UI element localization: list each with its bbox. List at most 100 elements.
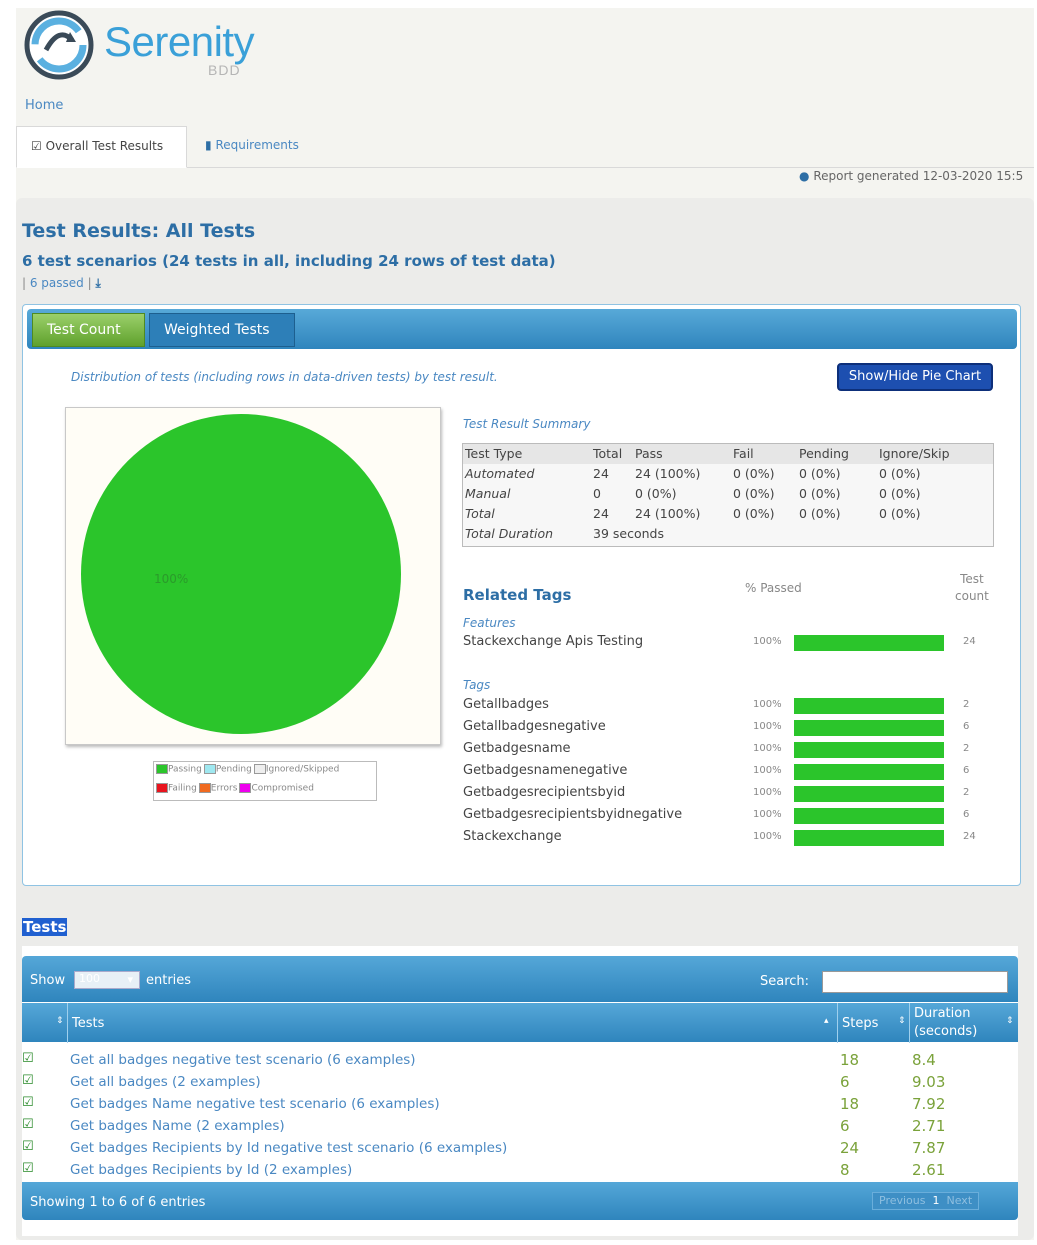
legend-item: Errors: [198, 783, 237, 794]
summary-duration-row: Total Duration 39 seconds: [463, 524, 993, 544]
tag-name[interactable]: Getbadgesnamenegative: [463, 763, 627, 778]
tag-progress-bar: [794, 786, 944, 802]
steps-column-header[interactable]: Steps ⇕: [838, 1003, 910, 1043]
test-name-link[interactable]: Get badges Name (2 examples): [70, 1118, 285, 1134]
tag-progress-bar: [794, 764, 944, 780]
legend-swatch: [156, 783, 168, 793]
legend-swatch: [156, 764, 168, 774]
tag-row[interactable]: Stackexchange 100% 24: [463, 828, 993, 848]
tab-test-count[interactable]: Test Count: [32, 313, 145, 347]
summary-cell: Pending: [799, 446, 849, 461]
tag-row[interactable]: Getallbadgesnegative 100% 6: [463, 718, 993, 738]
test-duration: 9.03: [912, 1073, 946, 1091]
tag-name[interactable]: Getbadgesrecipientsbyid: [463, 785, 625, 800]
test-count-header-line2: count: [955, 589, 989, 603]
test-name-link[interactable]: Get badges Recipients by Id negative tes…: [70, 1140, 507, 1156]
previous-button[interactable]: Previous: [879, 1194, 926, 1207]
summary-cell: 24 (100%): [635, 506, 701, 521]
summary-cell: 0 (0%): [879, 486, 921, 501]
tag-pct: 100%: [753, 765, 782, 776]
tests-column-header[interactable]: Tests ▴: [68, 1003, 838, 1043]
table-row: ☑ Get badges Recipients by Id (2 examples…: [22, 1160, 1018, 1182]
tag-row[interactable]: Getallbadges 100% 2: [463, 696, 993, 716]
summary-header-row: Test Type Total Pass Fail Pending Ignore/Skip: [463, 444, 993, 464]
breadcrumb-home-link[interactable]: Home: [25, 98, 63, 113]
tag-progress-bar: [794, 720, 944, 736]
summary-cell: Automated: [465, 466, 535, 481]
test-name-link[interactable]: Get badges Name negative test scenario (…: [70, 1096, 440, 1112]
test-duration: 7.92: [912, 1095, 946, 1113]
tag-row[interactable]: Getbadgesrecipientsbyidnegative 100% 6: [463, 806, 993, 826]
legend-label: Pending: [215, 764, 252, 775]
duration-column-header[interactable]: Duration (seconds) ⇕: [910, 1003, 1018, 1043]
pie-legend: Passing Pending Ignored/Skipped Failing Err…: [153, 761, 377, 801]
tag-count: 6: [963, 721, 970, 732]
report-generated-text: Report generated 12-03-2020 15:5: [813, 169, 1024, 183]
distribution-text: Distribution of tests (including rows in…: [71, 370, 498, 384]
tag-name[interactable]: Getallbadges: [463, 697, 549, 712]
tag-name[interactable]: Stackexchange: [463, 829, 562, 844]
tag-count: 6: [963, 765, 970, 776]
tag-row[interactable]: Getbadgesname 100% 2: [463, 740, 993, 760]
book-icon: ▮: [205, 138, 212, 152]
sort-icon: ⇕: [898, 1016, 906, 1026]
table-toolbar: Show 100 ▾ entries Search:: [22, 956, 1018, 1002]
test-count-header: Test count: [955, 571, 989, 605]
test-name-link[interactable]: Get all badges negative test scenario (6…: [70, 1052, 416, 1068]
page-1-button[interactable]: 1: [933, 1194, 940, 1207]
table-row: ☑ Get all badges negative test scenario (…: [22, 1050, 1018, 1072]
legend-item: Passing: [156, 764, 202, 775]
test-steps: 8: [840, 1161, 850, 1179]
test-duration: 2.71: [912, 1117, 946, 1135]
legend-swatch: [203, 764, 216, 774]
pie-slice-passing[interactable]: [81, 414, 401, 734]
tag-name[interactable]: Stackexchange Apis Testing: [463, 634, 643, 649]
test-steps: 18: [840, 1095, 860, 1113]
passed-check-icon: ☑: [22, 1095, 34, 1110]
tag-row[interactable]: Stackexchange Apis Testing 100% 24: [463, 633, 993, 653]
summary-cell: Total: [465, 506, 495, 521]
entries-per-page-select[interactable]: 100 ▾: [74, 971, 140, 989]
pagination: Previous 1 Next: [872, 1192, 980, 1210]
tests-heading: Tests: [22, 918, 68, 936]
legend-item: Ignored/Skipped: [253, 764, 339, 775]
entries-label: entries: [146, 973, 192, 988]
summary-cell: Ignore/Skip: [879, 446, 950, 461]
tag-pct: 100%: [753, 743, 782, 754]
legend-label: Passing: [168, 764, 202, 775]
tab-weighted-tests[interactable]: Weighted Tests: [149, 313, 295, 347]
passed-check-icon: ☑: [22, 1051, 34, 1066]
passed-link[interactable]: 6 passed: [30, 276, 84, 290]
logo-subtext: BDD: [208, 62, 241, 78]
features-label: Features: [463, 616, 516, 630]
duration-column-label: Duration (seconds): [914, 1005, 977, 1041]
tag-name[interactable]: Getbadgesrecipientsbyidnegative: [463, 807, 682, 822]
next-button[interactable]: Next: [947, 1194, 973, 1207]
legend-swatch: [239, 783, 252, 793]
test-name-link[interactable]: Get badges Recipients by Id (2 examples): [70, 1162, 352, 1178]
show-label: Show: [30, 973, 66, 988]
search-input[interactable]: [822, 971, 1008, 993]
tag-progress-bar: [794, 635, 944, 651]
tag-name[interactable]: Getallbadgesnegative: [463, 719, 606, 734]
legend-row: Passing Pending Ignored/Skipped: [156, 764, 341, 780]
tab-requirements[interactable]: ▮ Requirements: [191, 126, 313, 168]
summary-row: Total 24 24 (100%) 0 (0%) 0 (0%) 0 (0%): [463, 504, 993, 524]
tag-name[interactable]: Getbadgesname: [463, 741, 571, 756]
tag-row[interactable]: Getbadgesrecipientsbyid 100% 2: [463, 784, 993, 804]
tests-column-label: Tests: [72, 1016, 105, 1031]
download-icon[interactable]: ⤓: [95, 276, 100, 290]
pct-passed-header: % Passed: [745, 581, 802, 595]
table-header: ⇕ Tests ▴ Steps ⇕ Duration (seconds) ⇕: [22, 1002, 1018, 1043]
tab-overall-test-results[interactable]: ☑ Overall Test Results: [16, 126, 187, 168]
summary-cell: Total Duration: [465, 526, 554, 541]
summary-cell: Total: [593, 446, 623, 461]
status-column-header[interactable]: ⇕: [22, 1003, 68, 1043]
show-hide-pie-chart-button[interactable]: Show/Hide Pie Chart: [837, 363, 993, 391]
tag-row[interactable]: Getbadgesnamenegative 100% 6: [463, 762, 993, 782]
chart-tabbar: Test Count Weighted Tests: [27, 309, 1017, 349]
logo-text: Serenity: [104, 18, 255, 65]
test-name-link[interactable]: Get all badges (2 examples): [70, 1074, 261, 1090]
table-row: ☑ Get badges Recipients by Id negative te…: [22, 1138, 1018, 1160]
summary-title: Test Result Summary: [463, 417, 591, 431]
